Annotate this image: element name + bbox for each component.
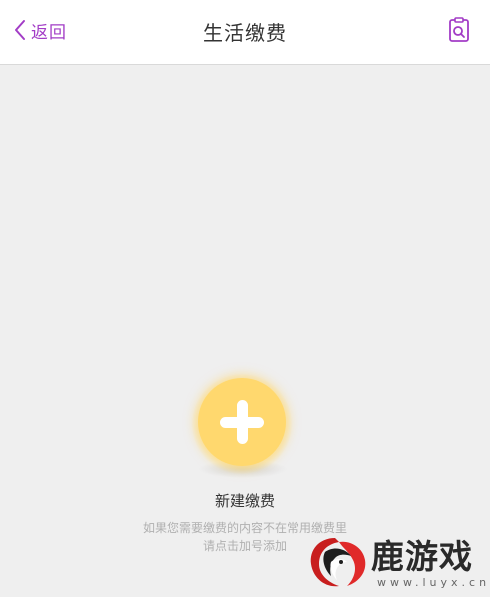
payment-records-button[interactable]: [448, 17, 470, 43]
page-title: 生活缴费: [203, 21, 287, 45]
deer-logo-icon: [310, 538, 366, 587]
watermark-url: www.luyx.cn: [377, 576, 490, 589]
new-payment-label: 新建缴费: [214, 492, 275, 510]
plus-circle-icon: [198, 378, 286, 466]
watermark-name: 鹿游戏: [371, 537, 473, 576]
watermark: 鹿游戏 www.luyx.cn: [305, 528, 490, 594]
add-payment-button[interactable]: [192, 374, 292, 474]
navigation-bar: 返回 生活缴费: [0, 0, 490, 65]
plus-vertical-bar: [237, 400, 248, 444]
document-search-icon: [449, 17, 469, 42]
